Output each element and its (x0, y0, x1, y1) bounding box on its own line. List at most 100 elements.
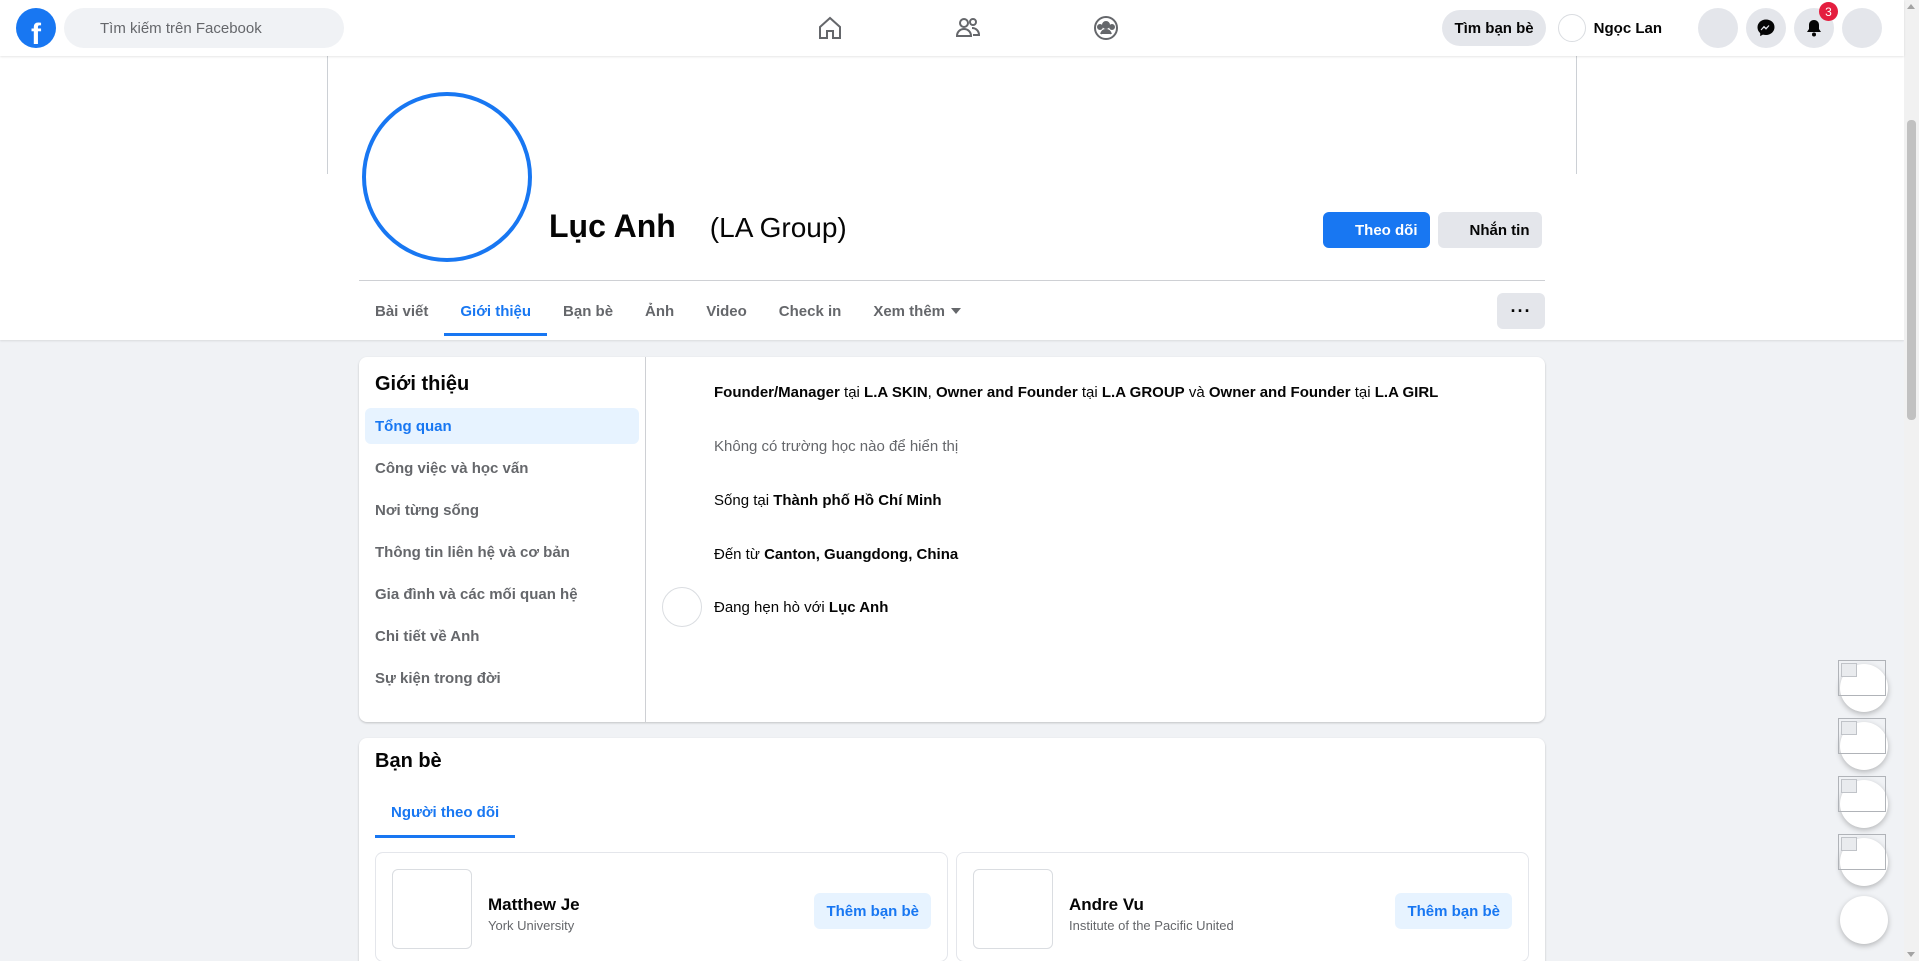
sidebar-item-places[interactable]: Nơi từng sống (365, 492, 639, 528)
friend-subtitle: York University (488, 918, 575, 933)
lives-prefix: Sống tại (714, 491, 774, 509)
tab-followers[interactable]: Người theo dõi (375, 786, 516, 838)
profile-alt-name: (LA Group) (709, 212, 847, 243)
sidebar-item-details[interactable]: Chi tiết về Anh (365, 618, 639, 654)
work-icon (662, 374, 698, 410)
user-name: Ngọc Lan (1593, 19, 1662, 37)
notifications-button[interactable]: 3 (1794, 2, 1838, 48)
groups-icon (1094, 16, 1118, 40)
profile-picture[interactable] (362, 92, 532, 262)
work-at: tại (1077, 383, 1102, 401)
work-row: Founder/Manager tại L.A SKIN, Owner and … (662, 374, 1438, 410)
friends-card: Bạn bè Người theo dõi Matthew Je York Un… (359, 738, 1545, 961)
new-message-button[interactable] (1840, 896, 1888, 944)
avatar (1557, 14, 1586, 42)
lives-city-link[interactable]: Thành phố Hồ Chí Minh (773, 492, 941, 509)
education-row: Không có trường học nào để hiển thị (662, 428, 958, 464)
chat-head[interactable] (1838, 776, 1888, 828)
profile-header: Lục Anh (LA Group) Theo dõi Nhắn tin Bài… (0, 56, 1904, 340)
from-city-link[interactable]: Canton, Guangdong, China (764, 546, 958, 563)
work-sep: , (927, 383, 937, 401)
work-role: Founder/Manager (714, 383, 840, 401)
notification-badge: 3 (1819, 2, 1838, 21)
chat-head[interactable] (1838, 718, 1888, 770)
sidebar-item-life-events[interactable]: Sự kiện trong đời (365, 660, 639, 696)
chat-head[interactable] (1838, 834, 1888, 886)
work-company-link[interactable]: L.A GIRL (1375, 384, 1439, 401)
search-input[interactable] (100, 19, 320, 37)
tab-photos[interactable]: Ảnh (629, 286, 690, 336)
message-button[interactable]: Nhắn tin (1437, 212, 1542, 248)
work-role: Owner and Founder (1208, 383, 1351, 401)
add-friend-button[interactable]: Thêm bạn bè (814, 893, 931, 929)
broken-image-icon (1838, 834, 1886, 870)
cover-border (1576, 56, 1577, 174)
sidebar-item-overview[interactable]: Tổng quan (365, 408, 639, 444)
facebook-logo[interactable]: f (16, 8, 56, 48)
friend-name[interactable]: Matthew Je (488, 895, 580, 915)
scroll-down-icon[interactable] (1907, 952, 1915, 957)
profile-shortcut[interactable]: Ngọc Lan (1554, 10, 1670, 46)
sidebar-item-family[interactable]: Gia đình và các mối quan hệ (365, 576, 639, 612)
search-box[interactable] (64, 8, 344, 48)
friend-name[interactable]: Andre Vu (1069, 895, 1144, 915)
scroll-up-icon[interactable] (1907, 4, 1915, 9)
tab-posts[interactable]: Bài viết (359, 286, 444, 336)
tab-more[interactable]: Xem thêm (857, 286, 977, 336)
about-sidebar: Giới thiệu Tổng quan Công việc và học vấ… (359, 357, 646, 722)
follow-button[interactable]: Theo dõi (1323, 212, 1430, 248)
relationship-row: Đang hẹn hò với Lục Anh (662, 587, 888, 627)
friends-icon (955, 18, 981, 37)
profile-name-row: Lục Anh (LA Group) (549, 208, 847, 245)
right-tools: Tìm bạn bè Ngọc Lan 3 (1442, 2, 1882, 48)
from-text: Đến từ Canton, Guangdong, China (714, 546, 958, 563)
menu-button[interactable] (1698, 8, 1738, 48)
partner-link[interactable]: Lục Anh (829, 599, 888, 616)
main-nav (780, 8, 1194, 48)
work-company-link[interactable]: L.A GROUP (1102, 384, 1185, 401)
find-friends-button[interactable]: Tìm bạn bè (1442, 10, 1546, 46)
tab-friends[interactable]: Bạn bè (547, 286, 629, 336)
partner-avatar[interactable] (662, 587, 702, 627)
more-options-button[interactable]: ··· (1497, 293, 1545, 329)
friends-nav-button[interactable] (918, 8, 1018, 48)
home-icon (819, 16, 841, 39)
add-friend-button[interactable]: Thêm bạn bè (1395, 893, 1512, 929)
profile-actions: Theo dõi Nhắn tin (1323, 212, 1542, 248)
page-scrollbar[interactable] (1904, 0, 1919, 961)
work-company-link[interactable]: L.A SKIN (864, 384, 928, 401)
chat-heads (1838, 660, 1888, 944)
scroll-thumb[interactable] (1907, 120, 1916, 420)
divider (359, 280, 1545, 281)
tab-about[interactable]: Giới thiệu (444, 286, 547, 336)
sidebar-item-contact[interactable]: Thông tin liên hệ và cơ bản (365, 534, 639, 570)
sidebar-item-work-education[interactable]: Công việc và học vấn (365, 450, 639, 486)
friend-photo[interactable] (973, 869, 1053, 949)
messenger-icon (1757, 19, 1775, 37)
work-text: Founder/Manager tại L.A SKIN, Owner and … (714, 384, 1438, 401)
education-text: Không có trường học nào để hiển thị (714, 437, 959, 455)
chat-head[interactable] (1838, 660, 1888, 712)
tab-more-label: Xem thêm (873, 302, 946, 320)
caret-down-icon (951, 308, 962, 314)
groups-nav-button[interactable] (1056, 8, 1156, 48)
friend-photo[interactable] (392, 869, 472, 949)
tab-videos[interactable]: Video (690, 286, 763, 336)
broken-image-icon (1838, 776, 1886, 812)
friend-card: Matthew Je York University Thêm bạn bè (375, 852, 948, 961)
bell-icon (1807, 20, 1821, 37)
home-nav-button[interactable] (780, 8, 880, 48)
from-prefix: Đến từ (714, 545, 765, 563)
broken-image-icon (1838, 718, 1886, 754)
friend-card: Andre Vu Institute of the Pacific United… (956, 852, 1529, 961)
account-button[interactable] (1842, 8, 1882, 48)
cover-border (327, 56, 328, 174)
relationship-prefix: Đang hẹn hò với (714, 598, 829, 616)
lives-text: Sống tại Thành phố Hồ Chí Minh (714, 492, 942, 509)
work-at: tại (1350, 383, 1375, 401)
work-at: tại (839, 383, 865, 401)
messenger-button[interactable] (1746, 8, 1786, 48)
tab-checkins[interactable]: Check in (763, 286, 858, 336)
work-role: Owner and Founder (936, 383, 1078, 401)
friend-subtitle: Institute of the Pacific United (1069, 918, 1234, 933)
